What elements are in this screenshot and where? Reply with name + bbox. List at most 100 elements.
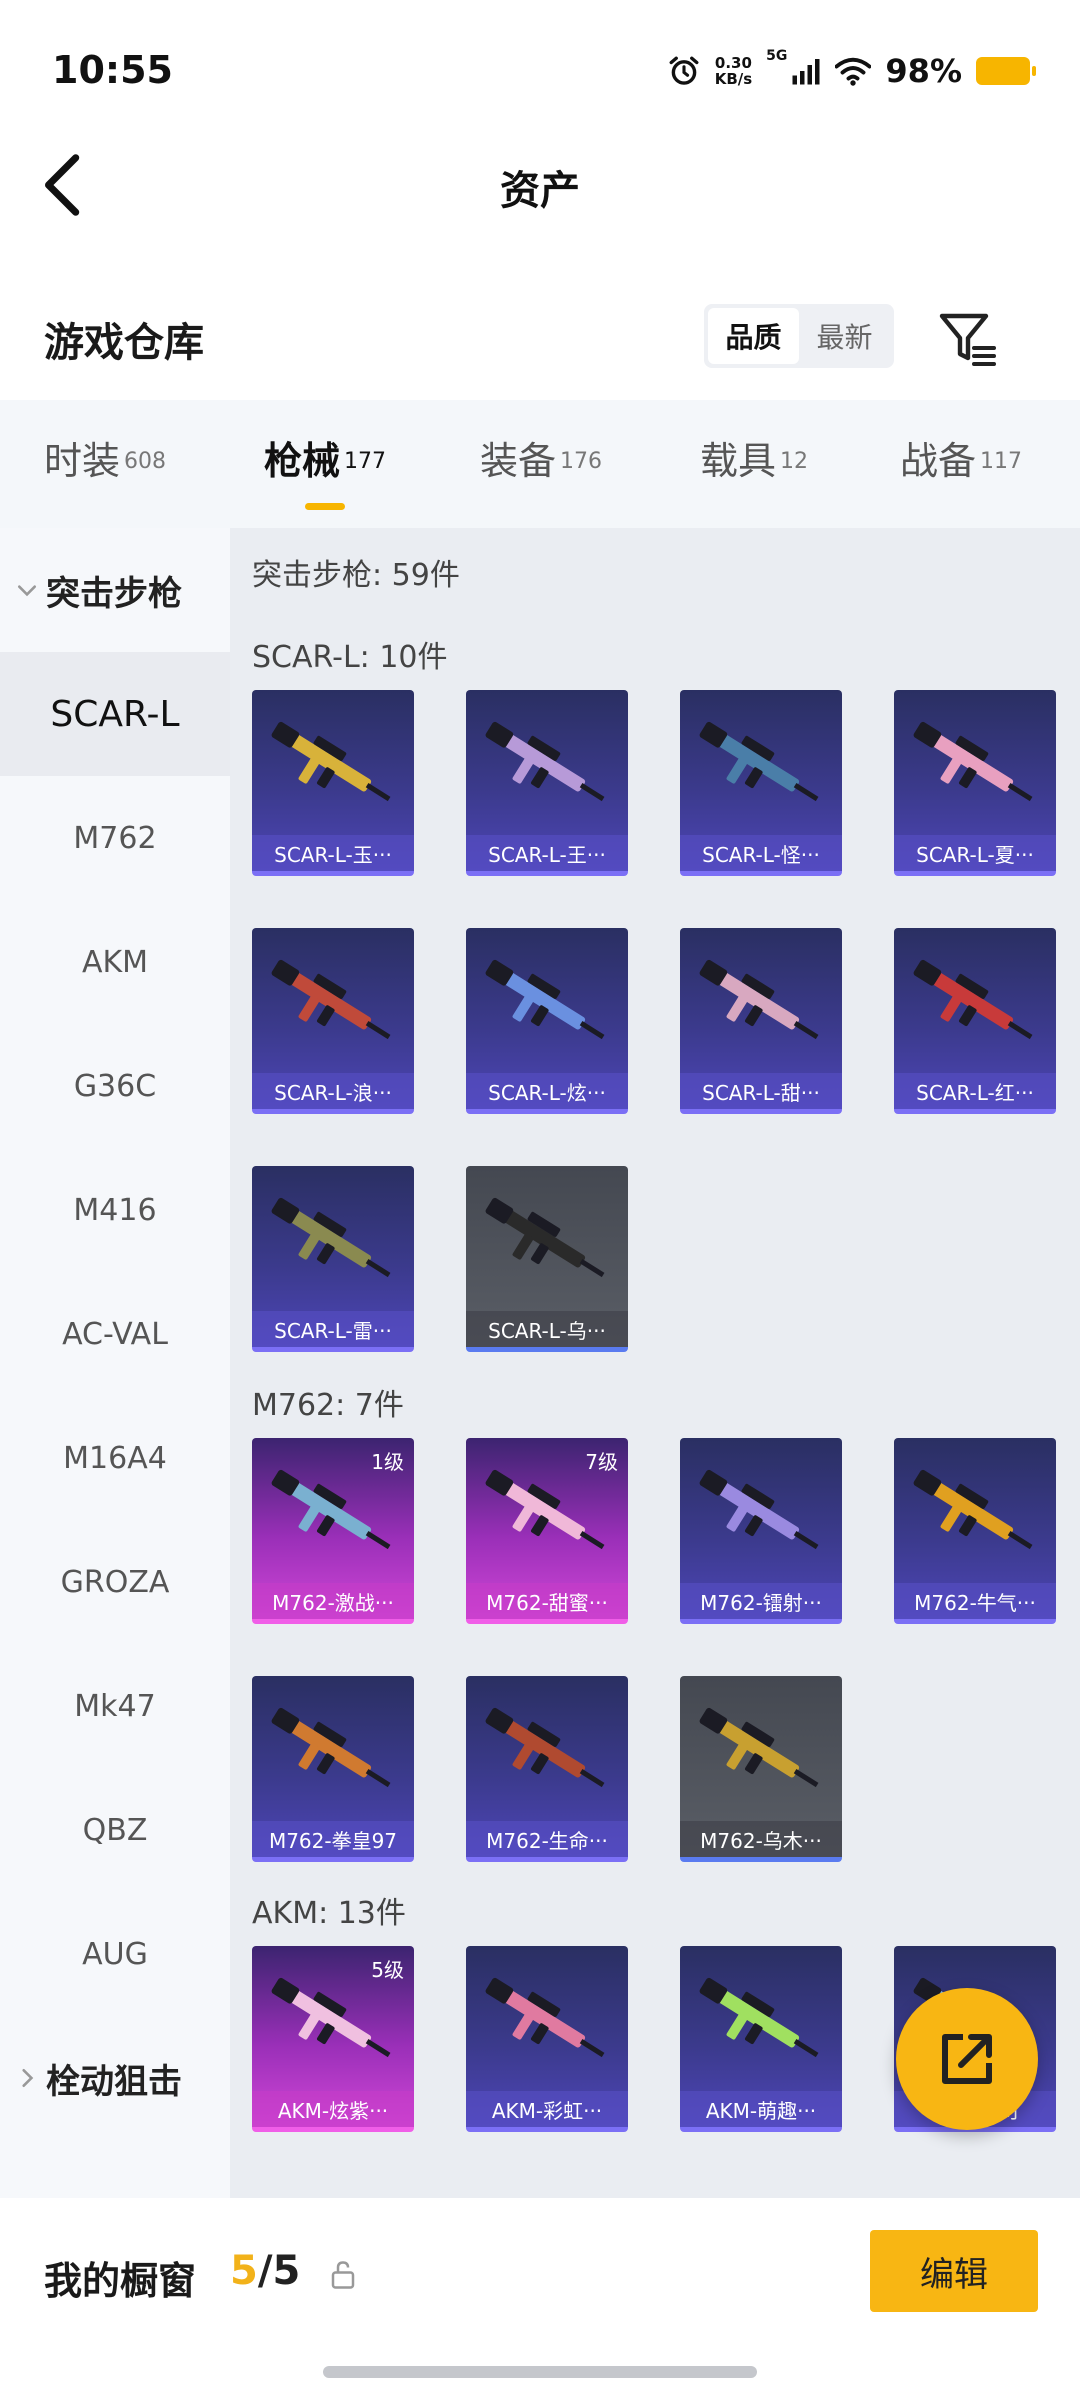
weapon-card[interactable]: SCAR-L-炫···	[466, 928, 628, 1114]
sort-option-quality[interactable]: 品质	[708, 308, 799, 364]
bottom-bar: 我的橱窗 5/5 编辑	[0, 2198, 1080, 2400]
weapon-card-name: SCAR-L-甜···	[680, 1073, 842, 1109]
status-indicators: 0.30 KB/s 5G 98%	[667, 48, 1036, 94]
showcase-current: 5	[230, 2248, 258, 2294]
network-speed: 0.30 KB/s	[715, 55, 752, 87]
weapon-card[interactable]: M762-牛气···	[894, 1438, 1056, 1624]
sidebar-group-label: 突击步枪	[46, 573, 182, 614]
section-header-m762: M762: 7件	[252, 1388, 404, 1423]
weapon-card[interactable]: 5级 AKM-炫紫···	[252, 1946, 414, 2132]
chevron-down-icon	[17, 585, 37, 597]
weapon-card[interactable]: M762-拳皇97	[252, 1676, 414, 1862]
filter-button[interactable]	[936, 306, 1000, 370]
weapon-card[interactable]: 1级 M762-激战···	[252, 1438, 414, 1624]
section-header-scar-l: SCAR-L: 10件	[252, 640, 448, 675]
weapon-card[interactable]: SCAR-L-乌···	[466, 1166, 628, 1352]
tab-fashion[interactable]: 时装 608	[44, 430, 166, 510]
edit-button[interactable]: 编辑	[870, 2230, 1038, 2312]
skin-level-badge: 5级	[371, 1958, 404, 1982]
weapon-card[interactable]: SCAR-L-怪···	[680, 690, 842, 876]
wifi-icon	[835, 57, 872, 86]
weapon-card[interactable]: SCAR-L-浪···	[252, 928, 414, 1114]
sidebar-item-akm[interactable]: AKM	[0, 900, 230, 1024]
app-header: 资产	[0, 140, 1080, 230]
weapon-card[interactable]: AKM-萌趣···	[680, 1946, 842, 2132]
gun-image	[485, 1977, 605, 2058]
weapon-card[interactable]: 7级 M762-甜蜜···	[466, 1438, 628, 1624]
sidebar-group-assault-rifle[interactable]: 突击步枪	[0, 528, 230, 652]
tab-label: 战备	[900, 439, 977, 483]
weapon-card[interactable]: M762-生命···	[466, 1676, 628, 1862]
weapon-card-name: SCAR-L-玉···	[252, 835, 414, 871]
tab-active-indicator	[305, 503, 345, 510]
home-indicator	[323, 2366, 757, 2378]
weapon-card[interactable]: SCAR-L-夏···	[894, 690, 1056, 876]
tab-count: 117	[980, 448, 1023, 474]
weapon-sidebar: 突击步枪 SCAR-L M762 AKM G36C M416 AC-VAL M1…	[0, 528, 230, 2198]
gun-image	[699, 1469, 819, 1550]
weapon-card-name: M762-镭射···	[680, 1583, 842, 1619]
gun-image	[913, 959, 1033, 1040]
weapon-card-name: M762-甜蜜···	[466, 1583, 628, 1619]
weapon-card[interactable]: SCAR-L-甜···	[680, 928, 842, 1114]
share-button[interactable]	[896, 1988, 1038, 2130]
weapon-card[interactable]: M762-乌木···	[680, 1676, 842, 1862]
network-type: 5G	[766, 48, 788, 64]
sidebar-item-m416[interactable]: M416	[0, 1148, 230, 1272]
weapon-card-name: SCAR-L-炫···	[466, 1073, 628, 1109]
sidebar-item-g36c[interactable]: G36C	[0, 1024, 230, 1148]
showcase-separator: /	[257, 2248, 273, 2294]
tab-combat-gear[interactable]: 战备 117	[900, 430, 1022, 510]
sidebar-item-m16a4[interactable]: M16A4	[0, 1396, 230, 1520]
sidebar-item-aug[interactable]: AUG	[0, 1892, 230, 2016]
gun-image	[485, 721, 605, 802]
skin-level-badge: 1级	[371, 1450, 404, 1474]
sidebar-item-groza[interactable]: GROZA	[0, 1520, 230, 1644]
weapon-card-name: M762-生命···	[466, 1821, 628, 1857]
weapon-card[interactable]: M762-镭射···	[680, 1438, 842, 1624]
sort-toggle: 品质 最新	[704, 304, 894, 368]
skin-level-badge: 7级	[585, 1450, 618, 1474]
weapon-card-name: SCAR-L-夏···	[894, 835, 1056, 871]
sidebar-item-ac-val[interactable]: AC-VAL	[0, 1272, 230, 1396]
warehouse-title: 游戏仓库	[44, 320, 204, 366]
sidebar-item-mk47[interactable]: Mk47	[0, 1644, 230, 1768]
weapon-card[interactable]: SCAR-L-玉···	[252, 690, 414, 876]
sort-option-latest[interactable]: 最新	[799, 308, 890, 364]
section-header-akm: AKM: 13件	[252, 1896, 406, 1931]
share-icon	[942, 2034, 992, 2084]
sidebar-group-bolt-sniper[interactable]: 栓动狙击	[0, 2016, 230, 2140]
weapon-card[interactable]: SCAR-L-王···	[466, 690, 628, 876]
gun-image	[699, 1707, 819, 1788]
battery-percent: 98%	[885, 52, 962, 90]
network-speed-unit: KB/s	[714, 70, 753, 88]
sidebar-item-scar-l[interactable]: SCAR-L	[0, 652, 230, 776]
tab-guns[interactable]: 枪械 177	[264, 430, 386, 510]
gun-image	[699, 721, 819, 802]
weapon-card-name: AKM-炫紫···	[252, 2091, 414, 2127]
showcase-count: 5/5	[230, 2248, 300, 2294]
tab-vehicles[interactable]: 载具 12	[700, 430, 808, 510]
weapon-card-name: AKM-萌趣···	[680, 2091, 842, 2127]
sidebar-item-m762[interactable]: M762	[0, 776, 230, 900]
tab-equipment[interactable]: 装备 176	[480, 430, 602, 510]
weapon-content: 突击步枪: 59件 SCAR-L: 10件 M762: 7件 AKM: 13件 …	[230, 528, 1080, 2198]
weapon-card[interactable]: SCAR-L-红···	[894, 928, 1056, 1114]
weapon-card[interactable]: AKM-彩虹···	[466, 1946, 628, 2132]
gun-image	[271, 959, 391, 1040]
alarm-icon	[669, 56, 699, 85]
sidebar-item-qbz[interactable]: QBZ	[0, 1768, 230, 1892]
gun-image	[699, 1977, 819, 2058]
gun-image	[485, 959, 605, 1040]
weapon-card-name: M762-乌木···	[680, 1821, 842, 1857]
signal-icon	[792, 59, 820, 85]
tab-label: 时装	[44, 439, 121, 483]
gun-image	[699, 959, 819, 1040]
status-bar: 10:55 0.30 KB/s 5G 98%	[0, 0, 1080, 140]
network-speed-value: 0.30	[714, 54, 752, 72]
sidebar-group-label: 栓动狙击	[46, 2061, 182, 2102]
gun-image	[485, 1707, 605, 1788]
weapon-card[interactable]: SCAR-L-雷···	[252, 1166, 414, 1352]
weapon-card-name: M762-激战···	[252, 1583, 414, 1619]
category-tabs: 时装 608 枪械 177 装备 176 载具 12 战备 117	[0, 400, 1080, 528]
